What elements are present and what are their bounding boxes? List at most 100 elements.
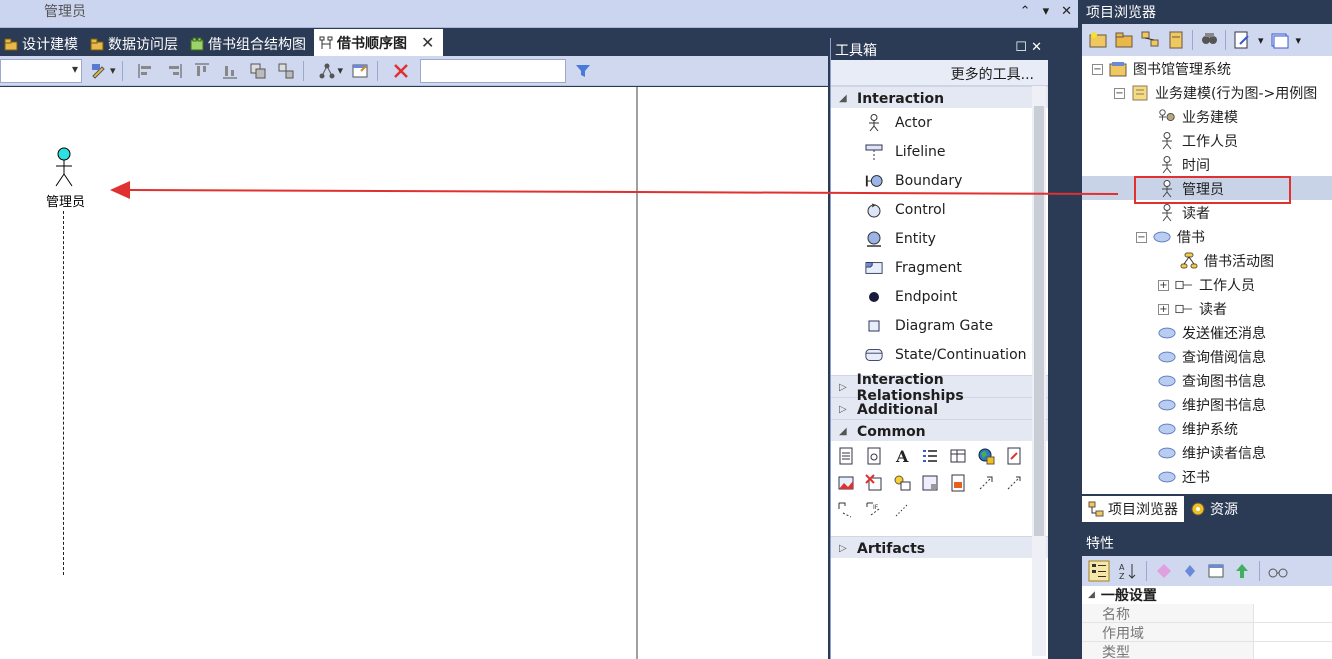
delete-icon[interactable] — [390, 60, 412, 82]
tree-node-staff-lifeline[interactable]: + 工作人员 — [1158, 274, 1255, 296]
tool-control[interactable]: Control — [831, 195, 1048, 224]
tab-resources[interactable]: 资源 — [1184, 496, 1244, 522]
text-icon[interactable]: A — [893, 447, 911, 465]
tab-close-icon[interactable]: ✕ — [421, 33, 434, 52]
tree-node-time[interactable]: 时间 — [1158, 154, 1210, 176]
tree-node-maintain-book[interactable]: 维护图书信息 — [1158, 394, 1266, 416]
tab-data-access[interactable]: 数据访问层 — [86, 31, 186, 56]
same-height-icon[interactable] — [275, 60, 297, 82]
align-right-icon[interactable] — [163, 60, 185, 82]
tree-node-send-reminder[interactable]: 发送催还消息 — [1158, 322, 1266, 344]
up-arrow-icon[interactable] — [1233, 562, 1251, 580]
section-artifacts[interactable]: ▷ Artifacts — [831, 536, 1048, 558]
pen-dropdown-icon[interactable]: ▾ — [110, 64, 116, 77]
tree-node-borrow-activity[interactable]: 借书活动图 — [1180, 250, 1274, 272]
tab-composite-structure[interactable]: 借书组合结构图 — [186, 31, 314, 56]
tool-entity[interactable]: Entity — [831, 224, 1048, 253]
edit-dropdown-icon[interactable]: ▾ — [1258, 34, 1264, 47]
idea-icon[interactable] — [893, 474, 911, 492]
toolbox-scrollbar[interactable] — [1032, 86, 1046, 656]
picture-icon[interactable] — [837, 474, 855, 492]
section-interaction[interactable]: ◢ Interaction — [831, 86, 1048, 108]
dropdown-icon[interactable]: ▾ — [1043, 4, 1050, 19]
maximize-icon[interactable]: ☐ — [1015, 40, 1027, 55]
trace-icon[interactable] — [1005, 474, 1023, 492]
close-icon[interactable]: ✕ — [1061, 4, 1072, 19]
close-icon[interactable]: ✕ — [1031, 40, 1042, 55]
note-icon[interactable] — [837, 447, 855, 465]
note-link-icon[interactable] — [893, 501, 911, 519]
collapse-toggle-icon[interactable]: − — [1092, 63, 1103, 75]
properties-window-icon[interactable] — [1207, 562, 1225, 580]
tree-node-return-book[interactable]: 还书 — [1158, 466, 1210, 488]
tool-boundary[interactable]: Boundary — [831, 166, 1048, 195]
information-flow-icon[interactable]: IF — [865, 501, 883, 519]
tree-node-package[interactable]: − 业务建模(行为图->用例图 — [1114, 82, 1317, 104]
tab-sequence-diagram[interactable]: 借书顺序图 ✕ — [314, 29, 444, 56]
glasses-icon[interactable] — [1268, 562, 1288, 580]
diagram-properties-icon[interactable] — [349, 60, 371, 82]
align-top-icon[interactable] — [191, 60, 213, 82]
globe-icon[interactable] — [977, 447, 995, 465]
tree-node-borrow[interactable]: − 借书 — [1136, 226, 1205, 248]
sort-alpha-icon[interactable]: AZ — [1118, 561, 1138, 581]
list-icon[interactable] — [921, 447, 939, 465]
edit-icon[interactable] — [1232, 30, 1252, 50]
tree-node-reader[interactable]: 读者 — [1158, 202, 1210, 224]
tree-node-staff[interactable]: 工作人员 — [1158, 130, 1238, 152]
align-left-icon[interactable] — [135, 60, 157, 82]
tool-state-continuation[interactable]: State/Continuation — [831, 340, 1048, 369]
tree-node-maintain-reader[interactable]: 维护读者信息 — [1158, 442, 1266, 464]
tool-fragment[interactable]: Fragment — [831, 253, 1048, 282]
layout-dropdown-icon[interactable]: ▾ — [338, 64, 344, 77]
diagram-canvas[interactable]: 管理员 — [0, 87, 828, 659]
actor-label[interactable]: 管理员 — [46, 191, 85, 210]
artifact-icon[interactable] — [949, 474, 967, 492]
table-icon[interactable] — [949, 447, 967, 465]
properties-diamond-icon[interactable] — [1155, 562, 1173, 580]
categorized-icon[interactable] — [1088, 560, 1110, 582]
pen-icon[interactable] — [88, 60, 110, 82]
properties-tag-icon[interactable] — [1181, 562, 1199, 580]
scrollbar-thumb[interactable] — [1034, 106, 1044, 536]
realize-icon[interactable] — [837, 501, 855, 519]
same-size-icon[interactable] — [247, 60, 269, 82]
tree-node-query-book[interactable]: 查询图书信息 — [1158, 370, 1266, 392]
filter-input[interactable] — [420, 58, 567, 83]
filter-icon[interactable] — [572, 60, 594, 82]
new-element-icon[interactable] — [1166, 30, 1186, 50]
property-row[interactable]: 名称 — [1082, 604, 1332, 623]
tool-diagram-gate[interactable]: Diagram Gate — [831, 311, 1048, 340]
tree-node-business-model[interactable]: 业务建模 — [1158, 106, 1238, 128]
more-tools-button[interactable]: 更多的工具... — [831, 60, 1048, 86]
new-package-icon[interactable] — [1114, 30, 1134, 50]
tool-lifeline[interactable]: Lifeline — [831, 137, 1048, 166]
windows-icon[interactable] — [1270, 30, 1290, 50]
property-row[interactable]: 作用域 — [1082, 623, 1332, 642]
section-common[interactable]: ◢ Common — [831, 419, 1048, 441]
element-combo[interactable] — [0, 58, 82, 83]
actor-lifeline[interactable] — [63, 211, 64, 575]
layout-icon[interactable] — [316, 60, 338, 82]
tab-design-model[interactable]: 设计建模 — [0, 31, 86, 56]
expand-toggle-icon[interactable]: + — [1158, 303, 1169, 315]
tree-node-root[interactable]: − 图书馆管理系统 — [1092, 58, 1231, 80]
tab-project-browser[interactable]: 项目浏览器 — [1082, 496, 1184, 522]
new-model-icon[interactable] — [1088, 30, 1108, 50]
find-icon[interactable] — [1199, 30, 1219, 50]
collapse-toggle-icon[interactable]: − — [1114, 87, 1125, 99]
tool-endpoint[interactable]: Endpoint — [831, 282, 1048, 311]
tool-actor[interactable]: Actor — [831, 108, 1048, 137]
tree-node-maintain-system[interactable]: 维护系统 — [1158, 418, 1238, 440]
document-icon[interactable] — [865, 447, 883, 465]
expand-toggle-icon[interactable]: + — [1158, 279, 1169, 291]
constraint-icon[interactable] — [865, 474, 883, 492]
requirement-icon[interactable] — [1005, 447, 1023, 465]
new-diagram-icon[interactable] — [1140, 30, 1160, 50]
dependency-icon[interactable] — [977, 474, 995, 492]
windows-dropdown-icon[interactable]: ▾ — [1296, 34, 1302, 47]
section-interaction-relationships[interactable]: ▷ Interaction Relationships — [831, 372, 1048, 404]
boundary-box-icon[interactable] — [921, 474, 939, 492]
actor-figure-icon[interactable] — [53, 147, 75, 189]
collapse-icon[interactable]: ⌃ — [1020, 4, 1031, 19]
